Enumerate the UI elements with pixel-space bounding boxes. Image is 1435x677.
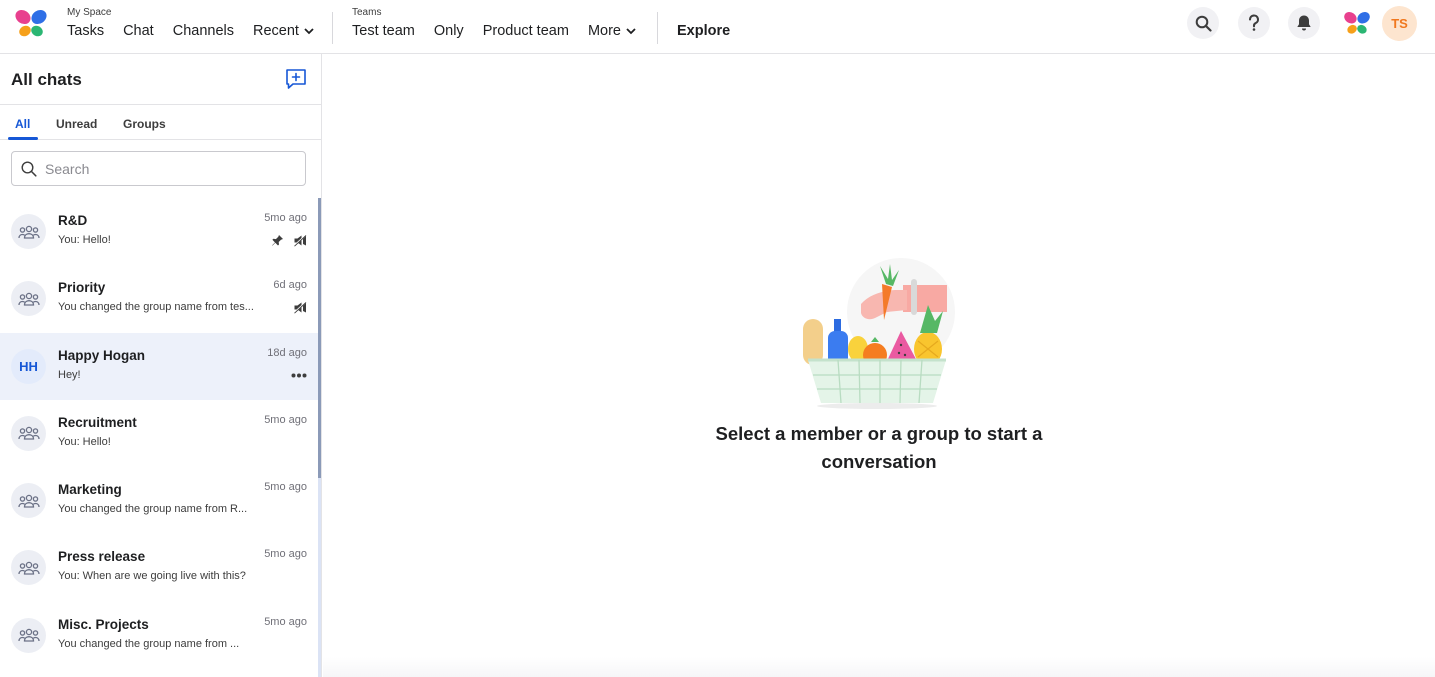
nav-explore[interactable]: Explore xyxy=(677,23,730,39)
avatar xyxy=(11,550,46,586)
empty-state-line-2: conversation xyxy=(821,451,937,472)
chat-time: 6d ago xyxy=(273,279,307,292)
chat-preview: You: When are we going live with this? xyxy=(58,570,246,583)
search-box xyxy=(11,151,306,186)
app-logo-icon[interactable] xyxy=(14,9,48,39)
empty-state-line-1: Select a member or a group to start a xyxy=(715,423,1043,444)
nav-more[interactable]: More xyxy=(588,23,636,39)
avatar xyxy=(11,617,46,653)
mute-icon xyxy=(293,301,307,314)
tab-unread[interactable]: Unread xyxy=(56,117,97,131)
chevron-down-icon xyxy=(304,27,314,34)
help-button[interactable] xyxy=(1238,7,1270,39)
chat-row-misc-projects[interactable]: Misc. Projects You changed the group nam… xyxy=(0,602,318,669)
chat-list: R&D You: Hello! 5mo ago Priority You cha… xyxy=(0,198,318,677)
search-icon xyxy=(1195,15,1212,32)
chat-row-priority[interactable]: Priority You changed the group name from… xyxy=(0,265,318,332)
group-icon xyxy=(17,292,40,306)
nav-team-only[interactable]: Only xyxy=(434,23,464,39)
group-icon xyxy=(17,561,40,575)
chat-name: Misc. Projects xyxy=(58,616,149,632)
chat-name: Marketing xyxy=(58,482,122,498)
bottom-fade xyxy=(323,657,1435,677)
myspace-label: My Space xyxy=(67,7,112,18)
teams-label: Teams xyxy=(352,7,382,18)
avatar xyxy=(11,281,46,317)
nav-chat[interactable]: Chat xyxy=(123,23,154,39)
chat-row-rnd[interactable]: R&D You: Hello! 5mo ago xyxy=(0,198,318,265)
user-avatar[interactable]: TS xyxy=(1382,6,1417,41)
workspace-logo-icon[interactable] xyxy=(1343,10,1371,37)
chat-sidebar: All chats All Unread Groups Search R&D Y… xyxy=(0,54,322,677)
empty-state-message: Select a member or a group to start a co… xyxy=(679,420,1079,476)
nav-team-product-team[interactable]: Product team xyxy=(483,23,569,39)
grocery-basket-illustration xyxy=(803,258,955,409)
chat-row-press-release[interactable]: Press release You: When are we going liv… xyxy=(0,534,318,601)
tab-groups[interactable]: Groups xyxy=(123,117,166,131)
chat-row-recruitment[interactable]: Recruitment You: Hello! 5mo ago xyxy=(0,400,318,467)
nav-recent-label: Recent xyxy=(252,23,299,39)
group-icon xyxy=(17,629,40,642)
nav-divider xyxy=(657,12,658,44)
chat-name: Recruitment xyxy=(58,414,137,430)
tab-all[interactable]: All xyxy=(15,117,30,131)
avatar: HH xyxy=(11,348,46,384)
chat-row-marketing[interactable]: Marketing You changed the group name fro… xyxy=(0,467,318,534)
nav-more-label: More xyxy=(587,23,621,39)
nav-recent[interactable]: Recent xyxy=(253,23,314,39)
search-icon xyxy=(21,160,37,177)
notifications-button[interactable] xyxy=(1288,7,1320,39)
avatar xyxy=(11,214,46,249)
avatar xyxy=(11,415,46,451)
chat-time: 5mo ago xyxy=(264,615,307,628)
sidebar-header: All chats xyxy=(0,54,321,105)
bell-icon xyxy=(1297,15,1311,31)
chat-preview: You changed the group name from R... xyxy=(58,503,248,516)
chat-filter-tabs: All Unread Groups xyxy=(0,105,321,140)
nav-team-test-team[interactable]: Test team xyxy=(352,23,415,39)
avatar xyxy=(11,483,46,519)
chat-preview: Hey! xyxy=(58,368,81,381)
nav-divider xyxy=(332,12,333,44)
top-navigation-bar: My Space Tasks Chat Channels Recent Team… xyxy=(0,0,1435,54)
chat-name: Priority xyxy=(58,280,106,296)
help-icon xyxy=(1248,14,1260,31)
search-input[interactable] xyxy=(45,160,285,177)
search-button[interactable] xyxy=(1187,7,1219,39)
chat-time: 18d ago xyxy=(267,346,307,359)
chat-name: Press release xyxy=(58,549,146,565)
conversation-pane: Select a member or a group to start a co… xyxy=(323,54,1435,677)
chat-row-happy-hogan[interactable]: HH Happy Hogan Hey! 18d ago xyxy=(0,332,318,400)
group-icon xyxy=(17,494,40,508)
scrollbar-thumb[interactable] xyxy=(318,198,321,478)
chat-name: R&D xyxy=(58,213,88,228)
chat-time: 5mo ago xyxy=(264,212,307,224)
chat-preview: You changed the group name from tes... xyxy=(58,301,254,314)
more-options-icon[interactable] xyxy=(291,373,307,378)
group-icon xyxy=(17,225,40,239)
group-icon xyxy=(17,427,40,441)
active-tab-indicator xyxy=(8,137,38,140)
chat-time: 5mo ago xyxy=(264,481,307,494)
page-title: All chats xyxy=(11,70,82,89)
pin-icon xyxy=(272,235,283,246)
chat-preview: You: Hello! xyxy=(58,234,111,246)
nav-tasks[interactable]: Tasks xyxy=(67,23,104,39)
chat-preview: You: Hello! xyxy=(58,435,111,448)
chat-time: 5mo ago xyxy=(264,413,307,426)
chevron-down-icon xyxy=(626,27,636,34)
chat-time: 5mo ago xyxy=(264,548,307,561)
new-chat-icon[interactable] xyxy=(285,68,307,90)
nav-channels[interactable]: Channels xyxy=(173,23,234,39)
mute-icon xyxy=(293,234,307,247)
chat-name: Happy Hogan xyxy=(58,347,146,363)
chat-preview: You changed the group name from ... xyxy=(58,637,240,650)
